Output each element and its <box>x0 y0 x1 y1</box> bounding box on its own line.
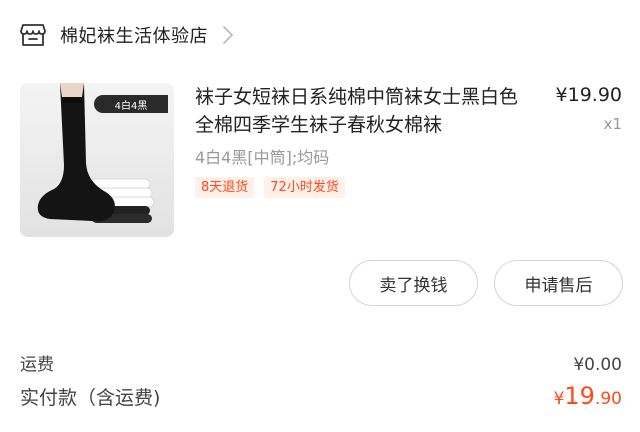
total-value: ¥19.90 <box>554 382 622 410</box>
total-decimal: .90 <box>594 389 622 409</box>
product-sku: 4白4黑[中筒];均码 <box>195 148 330 167</box>
shipping-value: ¥0.00 <box>573 355 622 375</box>
total-row: 实付款（含运费) ¥19.90 <box>20 382 622 410</box>
product-price: ¥19.90 <box>555 84 622 106</box>
store-name[interactable]: 棉妃袜生活体验店 <box>60 22 208 48</box>
sell-button[interactable]: 卖了换钱 <box>349 260 478 306</box>
product-quantity: x1 <box>603 115 622 133</box>
shipping-row: 运费 ¥0.00 <box>20 350 622 375</box>
total-currency: ¥ <box>553 389 565 409</box>
service-tag: 72小时发货 <box>264 177 345 198</box>
chevron-right-icon[interactable] <box>222 25 234 45</box>
store-icon <box>20 24 46 46</box>
store-header[interactable]: 棉妃袜生活体验店 <box>20 18 234 52</box>
image-badge: 4白4黑 <box>94 95 168 113</box>
service-tag: 8天退货 <box>195 177 255 198</box>
product-image[interactable]: 4白4黑 <box>20 83 174 237</box>
service-tags: 8天退货 72小时发货 <box>195 177 345 198</box>
product-title[interactable]: 袜子女短袜日系纯棉中筒袜女士黑白色全棉四季学生袜子春秋女棉袜 <box>195 83 535 139</box>
total-label: 实付款（含运费) <box>20 387 161 409</box>
after-sale-button[interactable]: 申请售后 <box>494 260 623 306</box>
total-integer: 19 <box>564 382 595 410</box>
shipping-label: 运费 <box>20 355 54 375</box>
